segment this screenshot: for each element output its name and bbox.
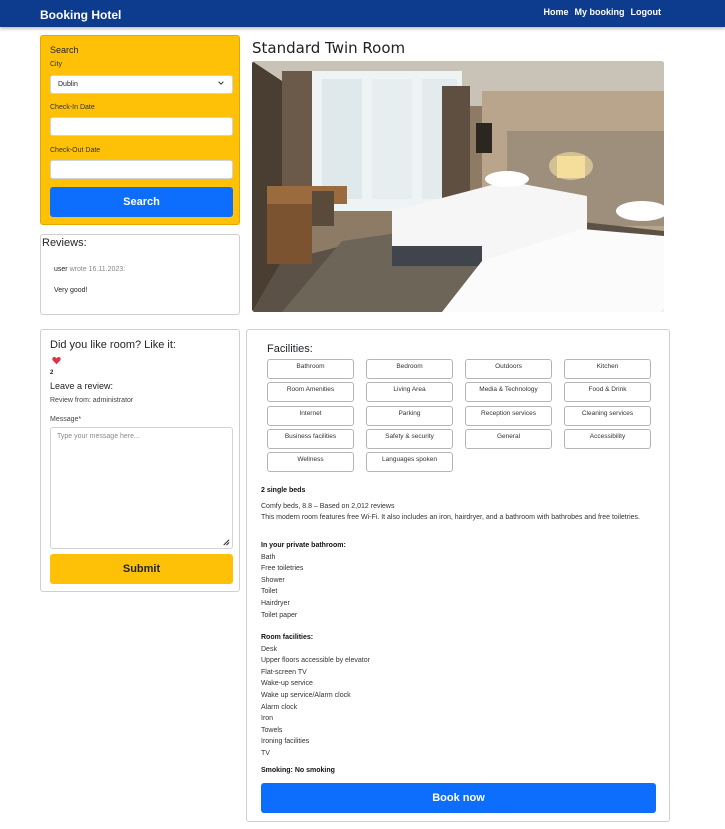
facility-button[interactable]: Media & Technology [465,382,552,403]
facility-button[interactable]: Internet [267,405,354,426]
city-label: City [50,61,63,68]
list-item: Towels [261,726,283,734]
facility-button[interactable]: Bedroom [366,359,453,379]
list-item: Toilet [261,588,278,596]
checkout-label: Check-Out Date [50,147,101,154]
room-description: 2 single beds Comfy beds, 8.8 – Based on… [261,485,661,524]
facility-button[interactable]: Outdoors [465,359,552,379]
facility-button[interactable]: Parking [366,405,453,426]
facility-button[interactable]: Reception services [465,405,552,426]
facility-button[interactable]: Room Amenities [267,382,354,403]
list-item: Toilet paper [261,611,298,619]
list-item: Desk [261,645,277,653]
rating-info: Comfy beds, 8.8 – Based on 2,012 reviews [261,502,395,510]
checkin-input[interactable] [50,117,233,136]
list-item: Shower [261,576,285,584]
room-photo-illustration [252,61,664,312]
review-date: wrote 16.11.2023: [69,266,126,273]
reviews-title: Reviews: [42,237,87,249]
room-title: Standard Twin Room [252,39,406,57]
leave-review-title: Leave a review: [50,381,114,391]
like-title: Did you like room? Like it: [50,339,176,351]
facility-button[interactable]: Living Area [366,382,453,403]
list-item: Bath [261,553,276,561]
review-message: Very good! [54,287,88,294]
facility-button[interactable]: Food & Drink [564,382,651,403]
facility-button[interactable]: Bathroom [267,359,354,379]
list-item: Alarm clock [261,703,298,711]
list-item: Wake-up service [261,680,313,688]
checkin-label: Check-In Date [50,104,95,111]
reviews-panel: Reviews: user wrote 16.11.2023: Very goo… [40,234,240,315]
room-facilities-section: Room facilities: Desk Upper floors access… [261,632,661,760]
search-panel: Search City Dublin Check-In Date Check-O… [40,35,240,225]
room-facilities-title: Room facilities: [261,634,314,641]
list-item: Hairdryer [261,599,290,607]
resize-handle-icon[interactable] [221,537,230,546]
chevron-down-icon [218,81,224,85]
room-photo [252,61,664,312]
nav-link-logout[interactable]: Logout [631,7,662,17]
heart-icon[interactable] [52,356,61,365]
message-placeholder: Type your message here... [57,433,140,440]
facility-button[interactable]: Languages spoken [366,452,453,473]
facility-button[interactable]: Safety & security [366,428,453,449]
beds-info: 2 single beds [261,487,306,494]
list-item: Ironing facilities [261,738,310,746]
review-from: Review from: administrator [50,397,134,404]
bathroom-list: Bath Free toiletries Shower Toilet Hairdryer… [261,552,661,622]
submit-button[interactable]: Submit [50,554,233,584]
nav-links: Home My booking Logout [543,7,661,17]
message-textarea[interactable]: Type your message here... [50,427,233,549]
bathroom-title: In your private bathroom: [261,542,346,549]
like-count: 2 [50,370,54,376]
room-details-panel: Facilities: Bathroom Bedroom Outdoors Kitch… [246,329,670,822]
room-facilities-list: Desk Upper floors accessible by elevator F… [261,644,661,760]
review-user: user [54,266,68,273]
message-label: Message* [50,416,82,423]
search-title: Search [50,45,79,55]
facility-button[interactable]: Accessibility [564,428,651,449]
city-select-value: Dublin [58,81,78,88]
brand-logo[interactable]: Booking Hotel [40,8,121,22]
nav-link-home[interactable]: Home [543,7,568,17]
review-meta: user wrote 16.11.2023: [54,266,125,273]
search-button[interactable]: Search [50,187,233,217]
facilities-grid: Bathroom Bedroom Outdoors Kitchen Room Ameni… [267,359,651,473]
list-item: Upper floors accessible by elevator [261,657,370,665]
book-now-button[interactable]: Book now [261,783,656,813]
facility-button[interactable]: General [465,428,552,449]
description-text: This modern room features free Wi-Fi. It… [261,514,640,522]
list-item: Flat-screen TV [261,668,307,676]
like-review-panel: Did you like room? Like it: 2 Leave a re… [40,329,240,592]
city-select[interactable]: Dublin [50,75,233,94]
list-item: Wake up service/Alarm clock [261,691,351,699]
bathroom-section: In your private bathroom: Bath Free toile… [261,540,661,621]
checkout-input[interactable] [50,160,233,179]
list-item: Iron [261,715,274,723]
facility-button[interactable]: Kitchen [564,359,651,379]
navbar: Booking Hotel Home My booking Logout [0,0,725,27]
nav-link-my-booking[interactable]: My booking [575,7,625,17]
facility-button[interactable]: Business facilities [267,428,354,449]
facility-button[interactable]: Wellness [267,452,354,473]
facility-button[interactable]: Cleaning services [564,405,651,426]
list-item: Free toiletries [261,565,304,573]
facilities-title: Facilities: [267,343,313,355]
smoking-info: Smoking: No smoking [261,767,335,774]
list-item: TV [261,749,270,757]
